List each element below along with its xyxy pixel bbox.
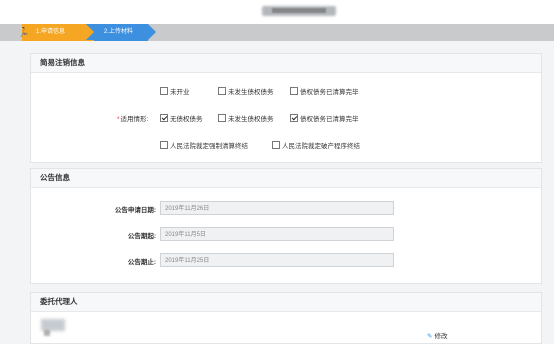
checkbox-box-checked[interactable] <box>160 114 168 122</box>
checkbox-label: 未开业 <box>170 89 190 96</box>
applicable-situation-label: *适用情形: <box>117 113 148 123</box>
runner-icon: 🏃 <box>18 27 30 37</box>
top-header <box>0 0 554 24</box>
notice-start-field[interactable]: 2019年11月5日 <box>160 227 394 241</box>
pencil-icon: ✎ <box>427 333 433 340</box>
step-apply-info-label: 1.申请信息 <box>36 29 66 35</box>
notice-apply-date-field[interactable]: 2019年11月26日 <box>160 201 394 215</box>
checkbox-label: 未发生债权债务 <box>228 116 274 123</box>
checkbox-box-checked[interactable] <box>290 114 298 122</box>
step-apply-info[interactable]: 1.申请信息 <box>22 24 104 41</box>
blurred-agent-info-secondary <box>44 330 50 336</box>
notice-apply-date-label: 公告申请日期: <box>114 207 156 214</box>
checkbox-label: 人民法院裁定强制清算终结 <box>170 143 248 150</box>
notice-title: 公告信息 <box>31 169 541 188</box>
checkbox-box[interactable] <box>272 141 280 149</box>
agent-card: 委托代理人 <box>30 292 542 344</box>
notice-end-label: 公告期止: <box>127 259 156 266</box>
notice-end-field[interactable]: 2019年11月25日 <box>160 253 394 267</box>
checkbox-box[interactable] <box>290 87 298 95</box>
checkbox-label: 人民法院裁定破产程序终结 <box>282 143 360 150</box>
notice-start-label: 公告期起: <box>127 233 156 240</box>
step-upload-materials[interactable]: 2.上传材料 <box>86 24 156 41</box>
checkbox-debt-cleared[interactable]: 债权债务已清算完毕 <box>290 113 359 123</box>
checkbox-label: 无债权债务 <box>170 116 203 123</box>
checkbox-box[interactable] <box>160 87 168 95</box>
checkbox-box[interactable] <box>160 141 168 149</box>
applicable-situation-text: 适用情形: <box>120 116 149 123</box>
checkbox-not-opened[interactable]: 未开业 <box>160 86 190 96</box>
checkbox-label: 债权债务已清算完毕 <box>300 89 359 96</box>
checkbox-court-bankruptcy[interactable]: 人民法院裁定破产程序终结 <box>272 140 360 150</box>
checkbox-court-liquidation[interactable]: 人民法院裁定强制清算终结 <box>160 140 248 150</box>
step-upload-materials-label: 2.上传材料 <box>104 29 134 35</box>
simple-cancel-title: 简易注销信息 <box>31 54 541 73</box>
checkbox-no-debt-top[interactable]: 未发生债权债务 <box>218 86 274 96</box>
checkbox-no-debt-occurred[interactable]: 未发生债权债务 <box>218 113 274 123</box>
blurred-page-title-text <box>272 8 326 13</box>
checkbox-box[interactable] <box>218 114 226 122</box>
checkbox-debt-cleared-top[interactable]: 债权债务已清算完毕 <box>290 86 359 96</box>
edit-agent-label: 修改 <box>434 333 448 340</box>
edit-agent-link[interactable]: ✎ 修改 <box>427 330 447 340</box>
required-star: * <box>117 116 120 123</box>
checkbox-label: 债权债务已清算完毕 <box>300 116 359 123</box>
checkbox-no-debt[interactable]: 无债权债务 <box>160 113 203 123</box>
checkbox-label: 未发生债权债务 <box>228 89 274 96</box>
checkbox-box[interactable] <box>218 87 226 95</box>
agent-title: 委托代理人 <box>31 293 541 312</box>
